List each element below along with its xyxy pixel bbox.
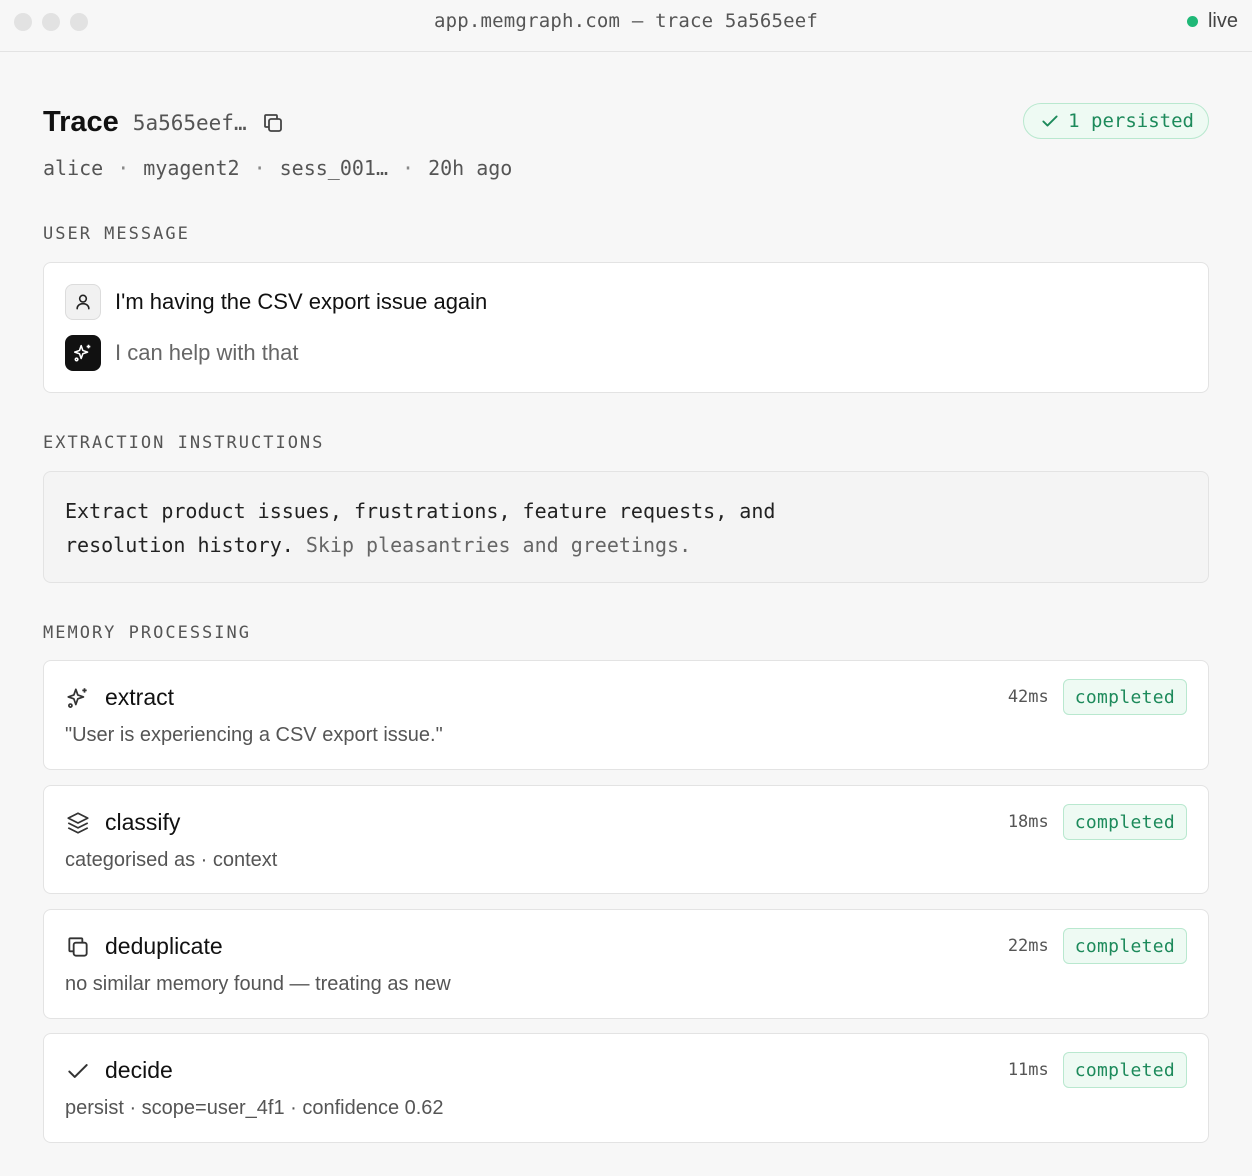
step-header: classify <box>65 809 180 836</box>
user-message-text: I'm having the CSV export issue again <box>115 289 488 314</box>
step-duration: 18ms <box>1007 812 1049 832</box>
extraction-instructions-card: Extract product issues, frustrations, fe… <box>43 471 1209 583</box>
trace-header: Trace 5a565eef… <box>43 106 285 139</box>
meta-agent[interactable]: myagent2 <box>143 156 239 180</box>
step-name: extract <box>105 684 175 710</box>
meta-age: 20h ago <box>428 156 513 180</box>
trace-id: 5a565eef… <box>132 110 247 135</box>
persisted-badge[interactable]: 1 persisted <box>1023 103 1209 139</box>
step-card-decide[interactable]: decide persist · scope=user_4f1 · confid… <box>43 1033 1209 1143</box>
step-name: deduplicate <box>105 933 223 959</box>
assistant-avatar <box>65 335 101 371</box>
step-meta: 42ms completed <box>1008 679 1187 715</box>
live-indicator: live <box>1186 10 1238 33</box>
step-header: deduplicate <box>65 933 223 960</box>
meta-separator: · <box>117 156 130 180</box>
step-meta: 18ms completed <box>1008 804 1187 840</box>
copy-icon[interactable] <box>261 111 285 135</box>
assistant-message-row: I can help with that <box>65 335 298 371</box>
step-duration: 11ms <box>1007 1060 1049 1080</box>
live-label: live <box>1207 10 1238 32</box>
step-description: "User is experiencing a CSV export issue… <box>65 724 443 746</box>
sparkles-icon <box>73 344 91 362</box>
step-name: classify <box>105 809 181 835</box>
step-card-extract[interactable]: extract "User is experiencing a CSV expo… <box>43 660 1209 770</box>
section-label-user-message: USER MESSAGE <box>43 224 190 244</box>
step-header: extract <box>65 684 174 711</box>
live-dot-icon <box>1186 16 1198 27</box>
step-description: no similar memory found — treating as ne… <box>65 973 451 995</box>
instructions-muted: Skip pleasantries and greetings. <box>293 533 692 557</box>
window-title: app.memgraph.com — trace 5a565eef <box>433 10 819 32</box>
step-meta: 22ms completed <box>1008 928 1187 964</box>
user-message-row: I'm having the CSV export issue again <box>65 284 487 320</box>
step-card-classify[interactable]: classify categorised as · context 18ms c… <box>43 785 1209 894</box>
step-duration: 22ms <box>1007 936 1049 956</box>
persisted-label: 1 persisted <box>1068 110 1194 132</box>
user-message-card: I'm having the CSV export issue again I … <box>43 262 1209 393</box>
user-avatar <box>65 284 101 320</box>
extraction-instructions-text: Extract product issues, frustrations, fe… <box>65 494 845 562</box>
step-header: decide <box>65 1057 173 1084</box>
step-meta: 11ms completed <box>1008 1052 1187 1088</box>
status-badge: completed <box>1062 1052 1187 1088</box>
status-badge: completed <box>1062 804 1187 840</box>
section-label-extraction: EXTRACTION INSTRUCTIONS <box>43 433 325 453</box>
copy-icon <box>65 934 91 960</box>
check-icon <box>65 1058 91 1084</box>
step-description: categorised as · context <box>65 849 278 871</box>
status-badge: completed <box>1062 679 1187 715</box>
meta-separator: · <box>402 156 415 180</box>
step-name: decide <box>105 1057 173 1083</box>
user-icon <box>76 294 90 310</box>
step-description: persist · scope=user_4f1 · confidence 0.… <box>65 1097 444 1119</box>
meta-session[interactable]: sess_001… <box>280 156 388 180</box>
window-titlebar: app.memgraph.com — trace 5a565eef live <box>0 0 1252 52</box>
status-badge: completed <box>1062 928 1187 964</box>
step-duration: 42ms <box>1007 687 1049 707</box>
check-icon <box>1042 115 1058 127</box>
sparkles-icon <box>65 685 91 711</box>
meta-separator: · <box>253 156 266 180</box>
step-card-deduplicate[interactable]: deduplicate no similar memory found — tr… <box>43 909 1209 1019</box>
trace-meta: alice · myagent2 · sess_001… · 20h ago <box>43 156 512 180</box>
layers-icon <box>65 810 91 836</box>
section-label-memory-processing: MEMORY PROCESSING <box>43 623 251 643</box>
page-title: Trace <box>43 106 119 138</box>
meta-user[interactable]: alice <box>43 156 103 180</box>
assistant-message-text: I can help with that <box>115 340 299 365</box>
